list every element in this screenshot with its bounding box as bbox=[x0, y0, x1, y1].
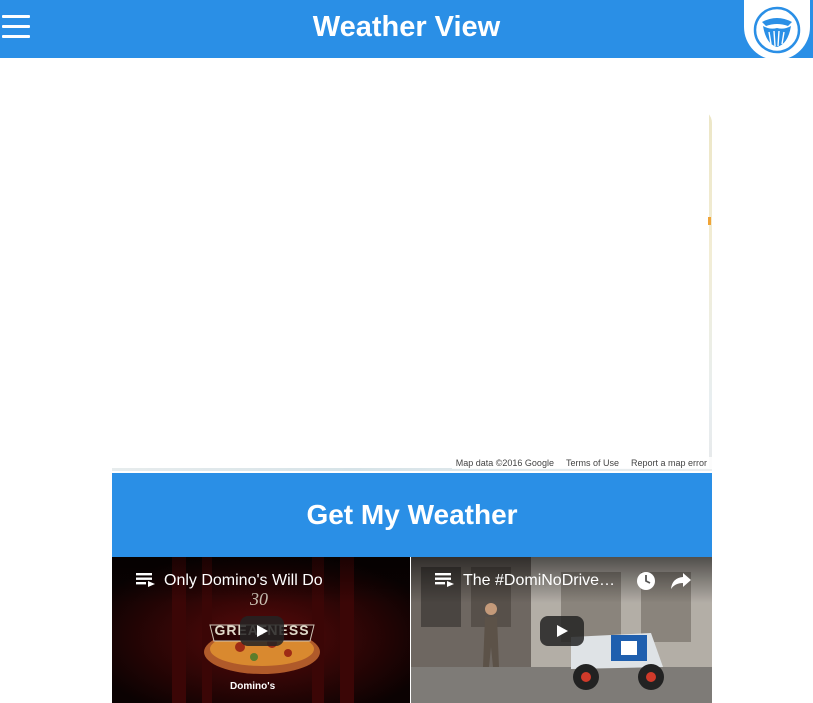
page-title: Weather View bbox=[312, 11, 501, 43]
map-attribution: Map data ©2016 Google Terms of Use Repor… bbox=[451, 457, 712, 469]
video-embed[interactable]: The #DomiNoDrive… bbox=[411, 557, 712, 703]
terms-of-use-link[interactable]: Terms of Use bbox=[566, 457, 619, 469]
playlist-icon[interactable] bbox=[435, 573, 455, 587]
video-title[interactable]: The #DomiNoDrive… bbox=[463, 572, 628, 590]
playlist-icon[interactable] bbox=[136, 573, 156, 587]
get-my-weather-button[interactable]: Get My Weather bbox=[112, 473, 712, 557]
video-title[interactable]: Only Domino's Will Do bbox=[164, 572, 394, 590]
app-header: Weather View bbox=[0, 0, 813, 60]
map-marker bbox=[708, 217, 711, 225]
play-icon[interactable] bbox=[240, 616, 284, 646]
play-icon[interactable] bbox=[540, 616, 584, 646]
share-icon[interactable] bbox=[670, 572, 692, 590]
owl-logo-icon[interactable] bbox=[744, 0, 810, 60]
map-data-credit: Map data ©2016 Google bbox=[455, 458, 554, 468]
map-view[interactable]: Map data ©2016 Google Terms of Use Repor… bbox=[112, 109, 712, 471]
report-map-error-link[interactable]: Report a map error bbox=[631, 457, 707, 469]
map-edge bbox=[709, 109, 712, 471]
brand-logo: Domino's bbox=[230, 681, 276, 692]
clock-icon[interactable] bbox=[636, 571, 656, 591]
video-embed[interactable]: Domino's 30 GREATNESS Only Domino's Will… bbox=[112, 557, 410, 703]
